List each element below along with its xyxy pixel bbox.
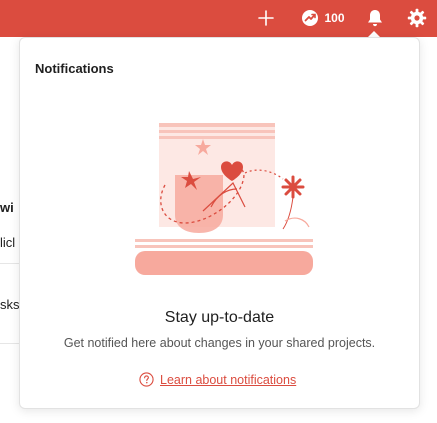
plus-icon (258, 10, 274, 26)
background-text-3: sks (0, 297, 20, 312)
bell-icon (368, 10, 382, 27)
notifications-button[interactable] (362, 5, 388, 31)
notifications-popover: Notifications Stay up-to-date Get notifi… (19, 37, 420, 409)
background-text-2: licl (0, 235, 16, 250)
karma-icon (302, 10, 319, 26)
learn-link-text[interactable]: Learn about notifications (160, 373, 296, 387)
background-divider (0, 263, 20, 264)
empty-state-illustration (135, 123, 313, 275)
popover-title: Notifications (35, 61, 114, 76)
learn-about-notifications-link[interactable]: Learn about notifications (139, 372, 296, 387)
background-text-1: wi (0, 200, 14, 215)
question-circle-icon (139, 372, 154, 387)
empty-state-description: Get notified here about changes in your … (63, 336, 376, 350)
karma-count: 100 (324, 11, 345, 25)
empty-state-title: Stay up-to-date (164, 309, 275, 326)
background-divider (0, 343, 20, 344)
settings-button[interactable] (404, 5, 430, 31)
gear-icon (407, 8, 427, 28)
karma-button[interactable]: 100 (296, 6, 350, 30)
quick-add-button[interactable] (253, 6, 279, 30)
